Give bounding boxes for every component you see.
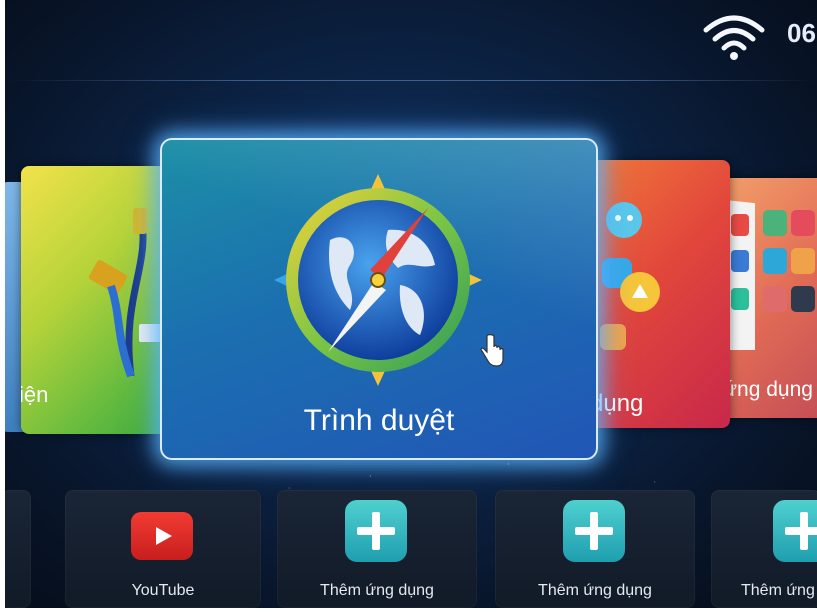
carousel-card-apps[interactable]: dụng xyxy=(580,160,730,428)
app-grid-icon xyxy=(725,200,815,350)
bottom-tile-add-app[interactable]: Thêm ứng xyxy=(711,490,817,608)
bottom-tile-add-app[interactable]: Thêm ứng dụng xyxy=(277,490,477,608)
carousel-card-source[interactable]: iện xyxy=(21,166,181,434)
carousel-card-all-apps[interactable]: ứng dụng xyxy=(715,178,817,418)
tile-label: YouTube xyxy=(131,582,195,599)
wifi-icon xyxy=(703,15,765,60)
carousel-card-label: dụng xyxy=(590,390,644,417)
bottom-tile-youtube[interactable]: YouTube xyxy=(65,490,261,608)
add-app-icon xyxy=(773,500,817,562)
bottom-tile-edge[interactable] xyxy=(5,490,31,608)
carousel-card-label: ứng dụng xyxy=(723,378,813,401)
tile-label: Thêm ứng dụng xyxy=(320,582,434,599)
carousel-card-browser[interactable]: Trình duyệt xyxy=(160,138,598,460)
add-app-icon xyxy=(563,500,625,562)
tile-label: Thêm ứng xyxy=(741,582,815,599)
add-app-icon xyxy=(345,500,407,562)
carousel-card-label: Trình duyệt xyxy=(303,404,455,437)
header-divider xyxy=(5,80,817,81)
youtube-icon xyxy=(131,512,193,560)
bottom-tile-add-app[interactable]: Thêm ứng dụng xyxy=(495,490,695,608)
clock-time: 06 xyxy=(787,18,816,48)
compass-browser-icon xyxy=(274,174,482,386)
tv-home-screen: 06 iện ứng dụng dụng Trình duyệt YouTube… xyxy=(5,0,817,608)
tile-label: Thêm ứng dụng xyxy=(538,582,652,599)
apps-cluster-icon xyxy=(600,202,660,350)
hand-cursor-icon xyxy=(480,334,504,367)
carousel-card-label: iện xyxy=(21,382,49,407)
